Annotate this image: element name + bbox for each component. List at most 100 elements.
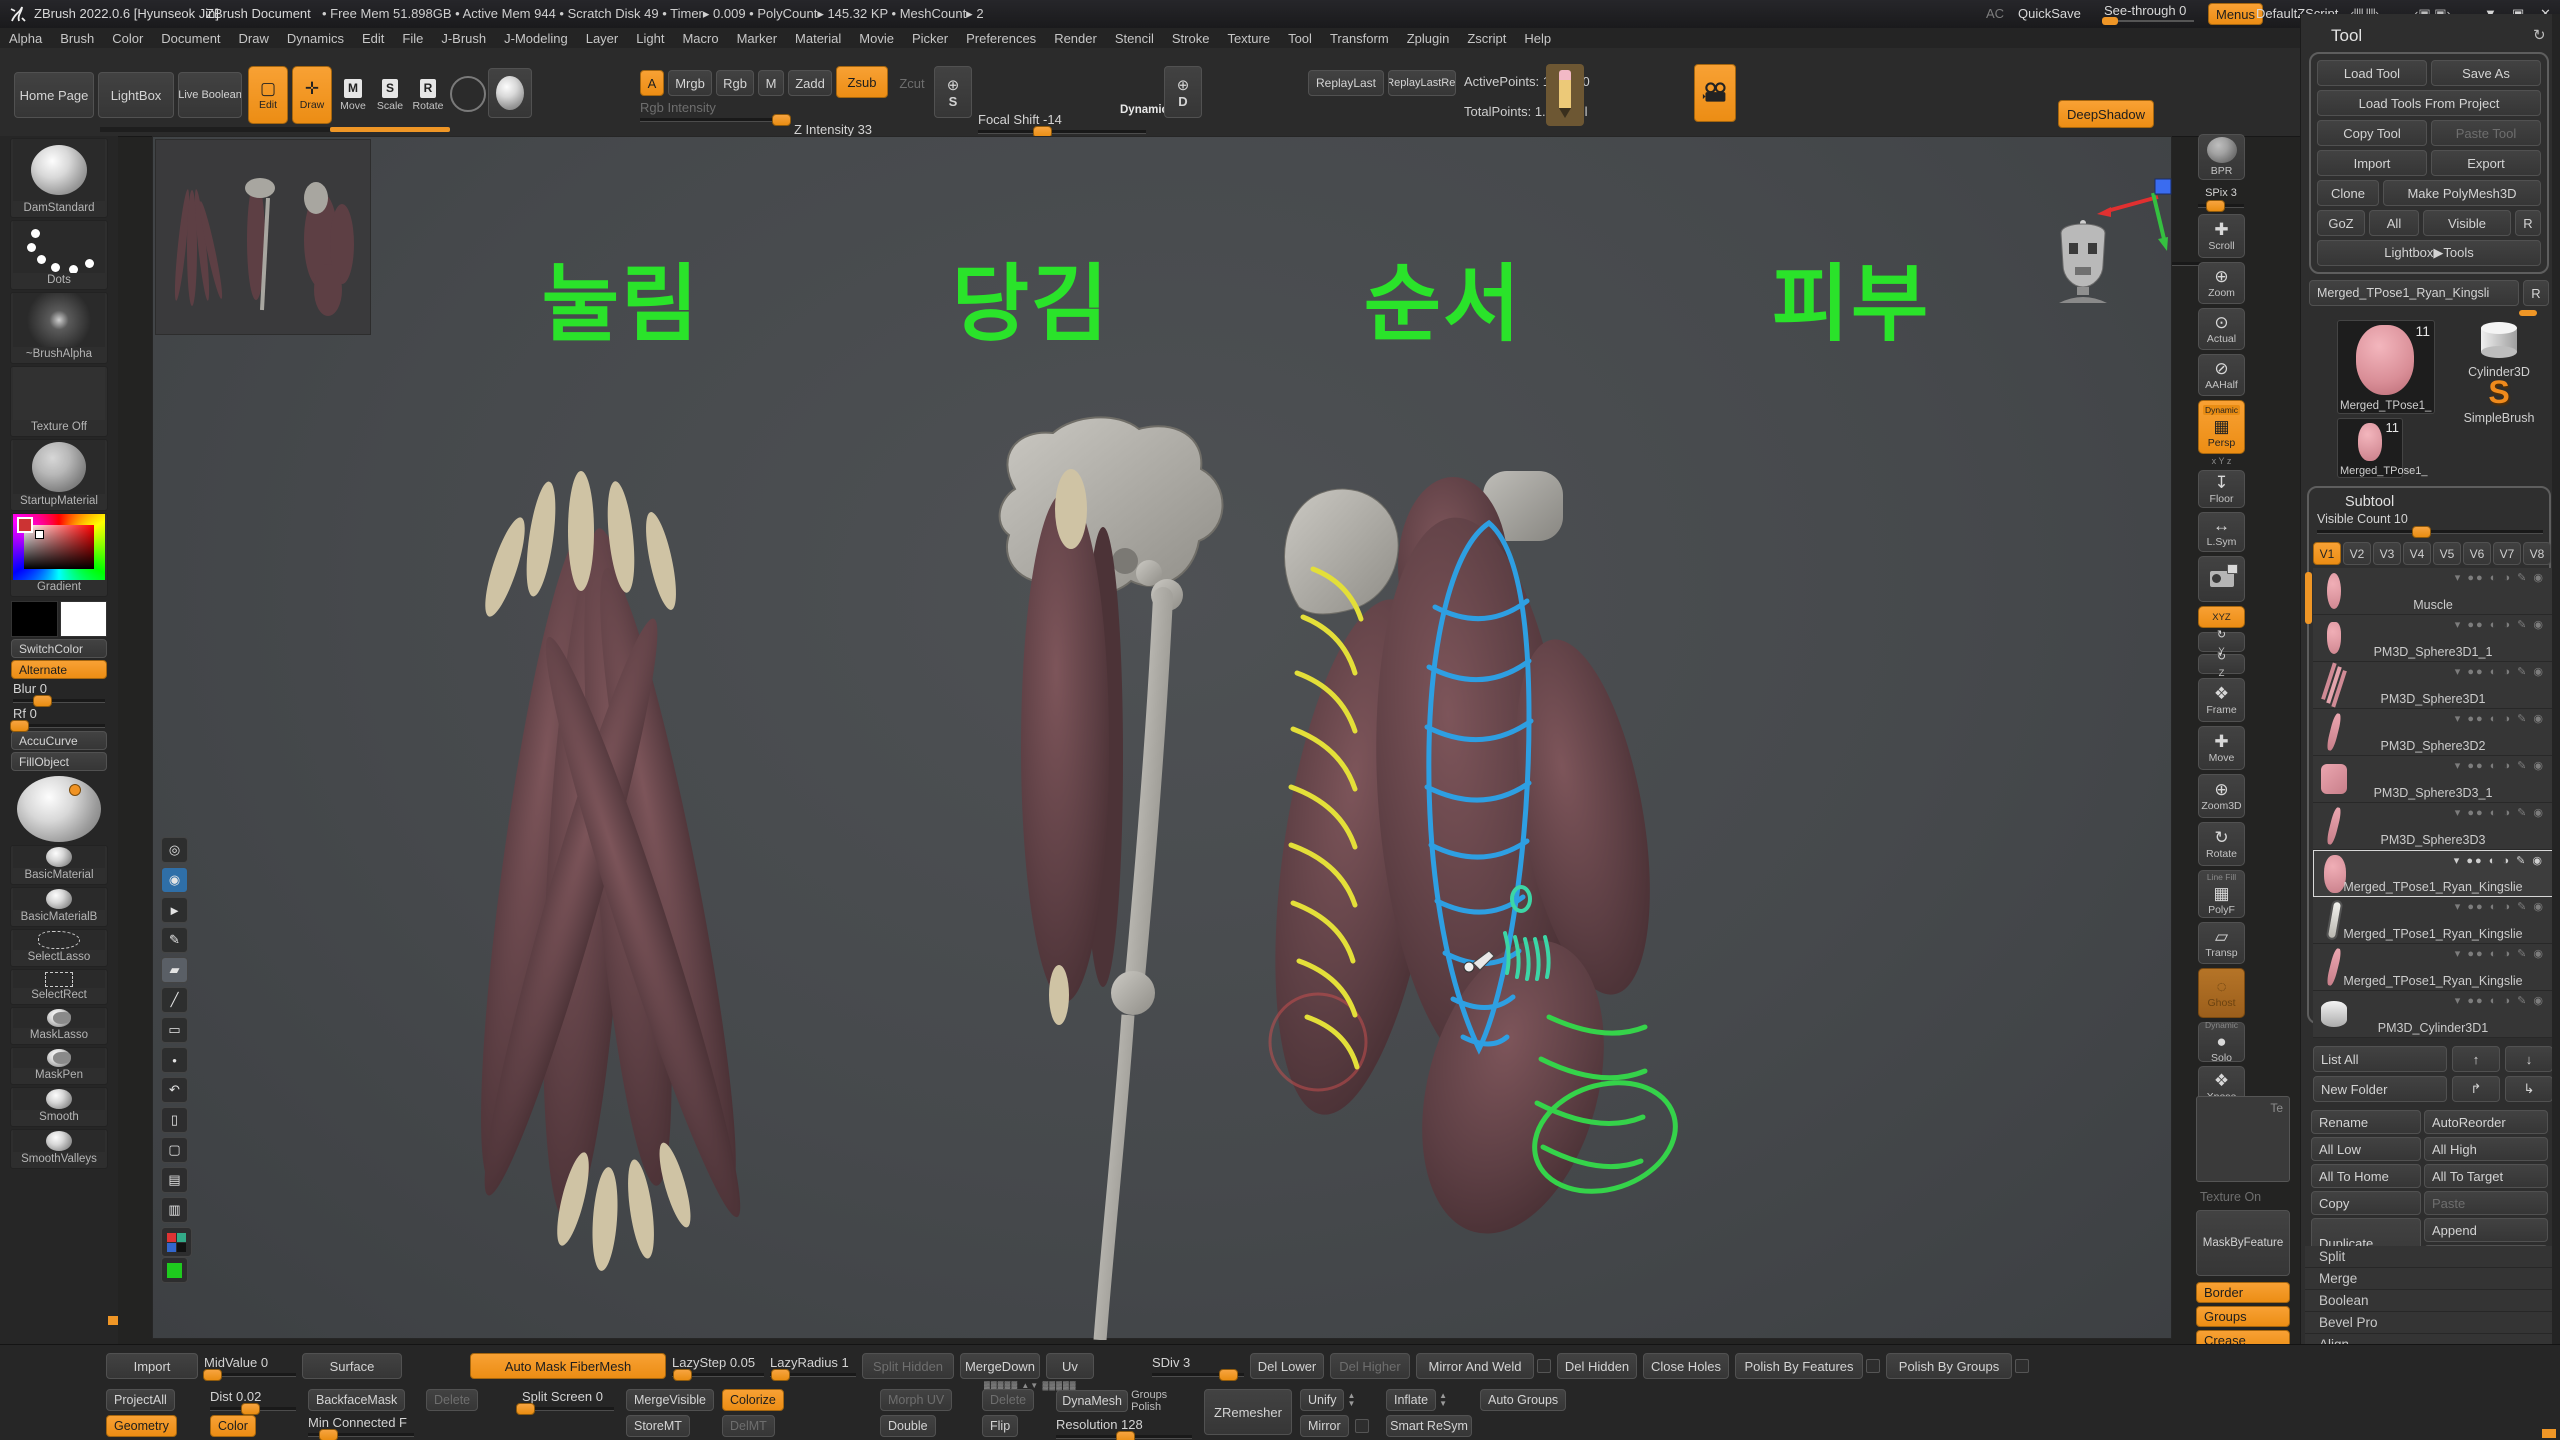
slider-handle[interactable] bbox=[241, 1403, 260, 1415]
floor-button[interactable]: ↧Floor bbox=[2198, 470, 2245, 508]
goz-all-button[interactable]: All bbox=[2369, 210, 2419, 236]
current-material-preview[interactable] bbox=[17, 776, 101, 842]
slider-resolution-128[interactable]: Resolution 128 bbox=[1056, 1417, 1192, 1439]
lightbox-button[interactable]: LightBox bbox=[98, 72, 174, 118]
slider-handle[interactable] bbox=[2206, 200, 2225, 212]
auto-groups-button[interactable]: Auto Groups bbox=[1480, 1389, 1566, 1411]
subtool-item-icons[interactable]: ▾ ●● ◐ ◑ ✎ ◉ bbox=[2454, 854, 2544, 867]
menu-edit[interactable]: Edit bbox=[353, 31, 393, 46]
mirror-and-weld-button[interactable]: Mirror And Weld bbox=[1416, 1353, 1534, 1379]
load-tool-button[interactable]: Load Tool bbox=[2317, 60, 2427, 86]
slider-handle[interactable] bbox=[203, 1369, 222, 1381]
frame-button[interactable]: ❖Frame bbox=[2198, 678, 2245, 722]
goz-visible-button[interactable]: Visible bbox=[2423, 210, 2511, 236]
smart-resym-button[interactable]: Smart ReSym bbox=[1386, 1415, 1472, 1437]
zoom3d-button[interactable]: ⊕Zoom3D bbox=[2198, 774, 2245, 818]
left-tray-resize-handle[interactable] bbox=[108, 1316, 118, 1325]
zcut-button[interactable]: Zcut bbox=[892, 70, 932, 96]
slider-track[interactable] bbox=[308, 1433, 414, 1437]
colorize-button[interactable]: Colorize bbox=[722, 1389, 784, 1411]
menu-zscript[interactable]: Zscript bbox=[1458, 31, 1515, 46]
undo-button[interactable]: ↶ bbox=[161, 1077, 188, 1103]
palette-brushalpha[interactable]: ~BrushAlpha bbox=[10, 292, 108, 364]
menu-stencil[interactable]: Stencil bbox=[1106, 31, 1163, 46]
palette-dots[interactable]: Dots bbox=[10, 220, 108, 290]
palette-smoothvalleys[interactable]: SmoothValleys bbox=[10, 1129, 108, 1169]
scale-button[interactable]: S Scale bbox=[373, 68, 407, 122]
storemt-button[interactable]: StoreMT bbox=[626, 1415, 690, 1437]
menu-brush[interactable]: Brush bbox=[51, 31, 103, 46]
active-tool-r-button[interactable]: R bbox=[2523, 280, 2549, 306]
delmt-button[interactable]: DelMT bbox=[722, 1415, 775, 1437]
cursor-button[interactable]: ► bbox=[161, 897, 188, 923]
gravity-pencil-icon[interactable] bbox=[1546, 64, 1584, 126]
paste-tool-button[interactable]: Paste Tool bbox=[2431, 120, 2541, 146]
menu-movie[interactable]: Movie bbox=[850, 31, 903, 46]
del-higher-button[interactable]: Del Higher bbox=[1330, 1353, 1410, 1379]
palette-gradient[interactable]: Gradient bbox=[10, 513, 108, 597]
fillobject-button[interactable]: FillObject bbox=[11, 752, 107, 771]
subtool-tab-v3[interactable]: V3 bbox=[2373, 542, 2401, 565]
bpr-button[interactable]: BPR bbox=[2198, 134, 2245, 180]
mask-by-feature-button[interactable]: MaskByFeature bbox=[2196, 1210, 2290, 1276]
move-out-folder-button[interactable]: ↳ bbox=[2505, 1076, 2553, 1102]
split-row[interactable]: Split bbox=[2305, 1246, 2553, 1268]
slider-handle[interactable] bbox=[1116, 1431, 1135, 1440]
list-all-button[interactable]: List All bbox=[2313, 1046, 2447, 1072]
palette-damstandard[interactable]: DamStandard bbox=[10, 138, 108, 218]
texture-preview[interactable]: Te bbox=[2196, 1096, 2290, 1182]
goz-button[interactable]: GoZ bbox=[2317, 210, 2365, 236]
delete-button[interactable]: Delete bbox=[982, 1389, 1034, 1411]
lsym-button[interactable]: ↔L.Sym bbox=[2198, 512, 2245, 552]
nudge-arrows[interactable]: ▲▼ bbox=[1439, 1392, 1447, 1408]
subtool-item-icons[interactable]: ▾ ●● ◐ ◑ ✎ ◉ bbox=[2455, 618, 2545, 631]
slider-track[interactable] bbox=[2198, 204, 2244, 208]
load-tools-from-project-button[interactable]: Load Tools From Project bbox=[2317, 90, 2541, 116]
slider-track[interactable] bbox=[13, 724, 105, 728]
rgb-intensity-slider[interactable]: Rgb Intensity bbox=[640, 100, 790, 122]
menu-alpha[interactable]: Alpha bbox=[0, 31, 51, 46]
menu-file[interactable]: File bbox=[393, 31, 432, 46]
geometry-button[interactable]: Geometry bbox=[106, 1415, 177, 1437]
close-holes-button[interactable]: Close Holes bbox=[1643, 1353, 1729, 1379]
slider-handle[interactable] bbox=[10, 720, 29, 732]
subtool-tab-v7[interactable]: V7 bbox=[2493, 542, 2521, 565]
menu-material[interactable]: Material bbox=[786, 31, 850, 46]
mergevisible-button[interactable]: MergeVisible bbox=[626, 1389, 714, 1411]
inflate-button[interactable]: Inflate bbox=[1386, 1389, 1436, 1411]
live-boolean-button[interactable]: Live Boolean bbox=[178, 72, 242, 118]
subtool-item-icons[interactable]: ▾ ●● ◐ ◑ ✎ ◉ bbox=[2455, 994, 2545, 1007]
slider-track[interactable] bbox=[770, 1373, 856, 1377]
clone-button[interactable]: Clone bbox=[2317, 180, 2379, 206]
flip-button[interactable]: Flip bbox=[982, 1415, 1018, 1437]
split-hidden-button[interactable]: Split Hidden bbox=[862, 1353, 954, 1379]
menu-macro[interactable]: Macro bbox=[673, 31, 727, 46]
stroke-picker-button[interactable]: ⊕S bbox=[934, 66, 972, 118]
color-green-button[interactable] bbox=[161, 1257, 188, 1283]
subtool-tab-v4[interactable]: V4 bbox=[2403, 542, 2431, 565]
visible-count-slider[interactable]: Visible Count 10 bbox=[2317, 512, 2543, 534]
mergedown-button[interactable]: MergeDown bbox=[960, 1353, 1040, 1379]
boolean-row[interactable]: Boolean bbox=[2305, 1290, 2553, 1312]
palette-startupmaterial[interactable]: StartupMaterial bbox=[10, 439, 108, 511]
autoreorder-button[interactable]: AutoReorder bbox=[2424, 1110, 2548, 1134]
slider-sdiv-3[interactable]: SDiv 3 bbox=[1152, 1355, 1244, 1377]
replay-last-rel-button[interactable]: ReplayLastRel bbox=[1388, 70, 1456, 96]
unify-button[interactable]: Unify bbox=[1300, 1389, 1344, 1411]
see-through-handle[interactable] bbox=[2102, 17, 2118, 25]
palette-basicmaterialb[interactable]: BasicMaterialB bbox=[10, 887, 108, 927]
menu-light[interactable]: Light bbox=[627, 31, 673, 46]
subtool-scroll-indicator[interactable] bbox=[2305, 572, 2312, 624]
subtool-item[interactable]: ▾ ●● ◐ ◑ ✎ ◉PM3D_Sphere3D1_1 bbox=[2313, 615, 2553, 662]
a-toggle[interactable]: A bbox=[640, 70, 664, 96]
slider-rf-0[interactable]: Rf 0 bbox=[13, 706, 105, 728]
menu-document[interactable]: Document bbox=[152, 31, 229, 46]
visibility-button[interactable]: ◉ bbox=[161, 867, 188, 893]
solo-button[interactable]: Dynamic●Solo bbox=[2198, 1022, 2245, 1062]
slider-handle[interactable] bbox=[771, 1369, 790, 1381]
slider-track[interactable] bbox=[1152, 1373, 1244, 1377]
zoom-button[interactable]: ⊕Zoom bbox=[2198, 262, 2245, 304]
nudge-arrows[interactable]: ▲▼ bbox=[1347, 1392, 1355, 1408]
polish-by-groups-button[interactable]: Polish By Groups bbox=[1886, 1353, 2012, 1379]
menu-transform[interactable]: Transform bbox=[1321, 31, 1398, 46]
